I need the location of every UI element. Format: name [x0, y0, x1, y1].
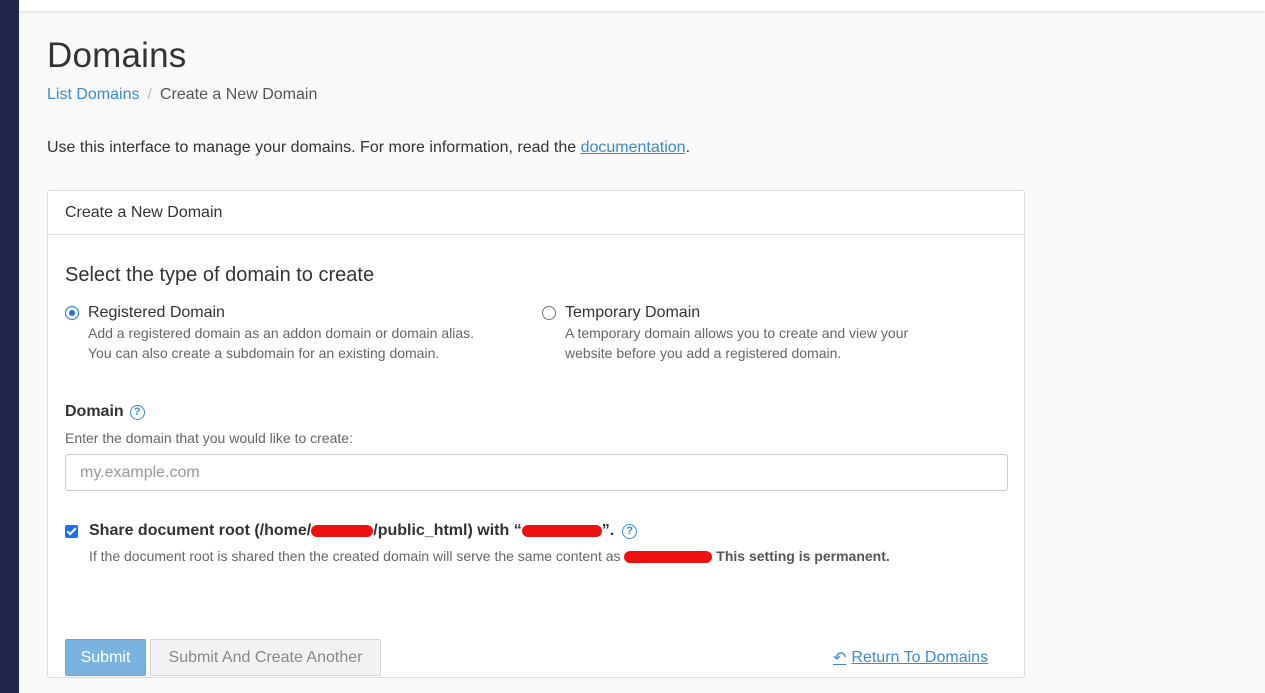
radio-temporary-domain-label[interactable]: Temporary Domain [565, 303, 1012, 323]
radio-registered-domain-desc-2: You can also create a subdomain for an e… [88, 345, 440, 361]
section-title: Select the type of domain to create [65, 264, 375, 286]
share-note-permanent: This setting is permanent. [716, 548, 890, 564]
domain-label: Domain ? [65, 403, 145, 421]
breadcrumb: List Domains / Create a New Domain [47, 86, 1027, 104]
return-to-domains-link[interactable]: ↶ Return To Domains [833, 648, 988, 668]
redaction-mark [521, 525, 602, 537]
radio-temporary-domain[interactable]: Temporary Domain A temporary domain allo… [542, 303, 1012, 363]
domain-input[interactable] [65, 454, 1008, 491]
breadcrumb-current: Create a New Domain [159, 86, 318, 103]
submit-and-create-another-button[interactable]: Submit And Create Another [150, 639, 381, 676]
help-icon[interactable]: ? [129, 404, 145, 420]
intro-text-end: . [685, 139, 691, 156]
share-note-text: If the document root is shared then the … [89, 548, 621, 564]
share-label-start: Share document root (/home/ [89, 522, 312, 539]
intro-text-start: Use this interface to manage your domain… [47, 139, 581, 156]
breadcrumb-separator: / [147, 86, 152, 103]
page-title: Domains [47, 36, 187, 75]
intro-text: Use this interface to manage your domain… [47, 138, 1027, 158]
help-icon[interactable]: ? [622, 523, 638, 539]
share-label-mid: /public_html) with “ [373, 522, 522, 539]
domain-label-text: Domain [65, 403, 124, 420]
share-note: If the document root is shared then the … [89, 548, 890, 564]
share-label-end: ”. [601, 522, 615, 539]
breadcrumb-list-domains[interactable]: List Domains [47, 86, 139, 104]
panel-heading: Create a New Domain [48, 191, 1024, 235]
share-document-root-checkbox[interactable] [65, 524, 78, 538]
documentation-link[interactable]: documentation [581, 139, 686, 156]
return-to-domains-label: Return To Domains [851, 649, 989, 666]
return-arrow-icon: ↶ [833, 650, 847, 667]
radio-registered-domain-desc-1: Add a registered domain as an addon doma… [88, 325, 475, 341]
radio-temporary-domain-desc-1: A temporary domain allows you to create … [565, 325, 909, 341]
domain-hint: Enter the domain that you would like to … [65, 430, 353, 446]
radio-registered-domain-input[interactable] [65, 306, 79, 320]
redaction-mark [311, 525, 374, 537]
radio-registered-domain[interactable]: Registered Domain Add a registered domai… [65, 303, 535, 363]
submit-button[interactable]: Submit [65, 639, 146, 676]
create-domain-panel: Create a New Domain Select the type of d… [47, 190, 1025, 678]
radio-temporary-domain-desc-2: website before you add a registered doma… [565, 345, 842, 361]
share-document-root[interactable]: Share document root (/home/ /public_html… [65, 522, 638, 540]
main-content: Domains List Domains / Create a New Doma… [47, 36, 1027, 678]
radio-temporary-domain-input[interactable] [542, 306, 556, 320]
sidebar [0, 0, 19, 693]
top-bar [19, 0, 1265, 11]
redaction-mark [624, 551, 713, 564]
radio-registered-domain-label[interactable]: Registered Domain [88, 303, 535, 323]
